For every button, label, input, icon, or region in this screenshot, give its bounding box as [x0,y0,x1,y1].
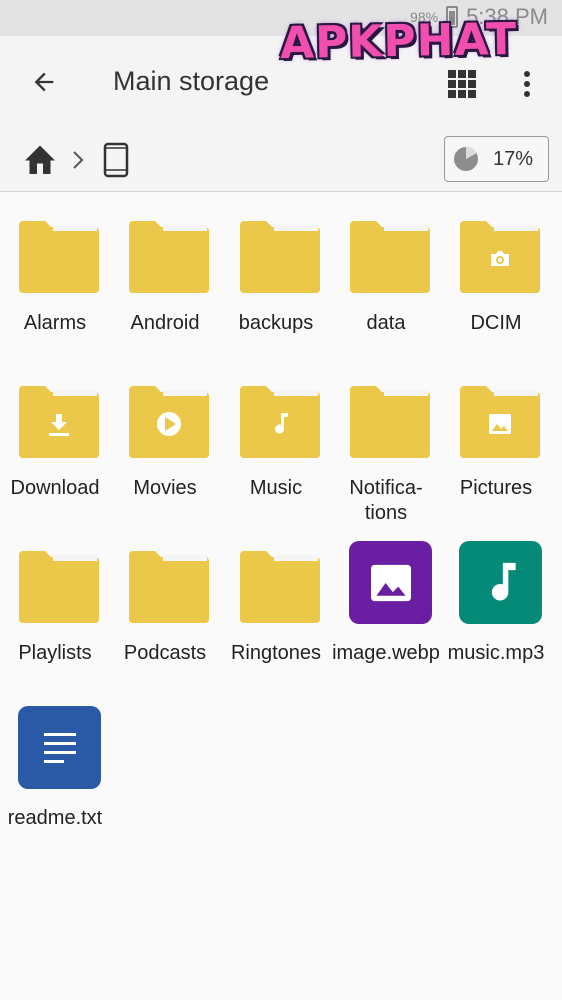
arrow-back-icon [34,72,54,92]
page-title: Main storage [113,66,270,96]
folder-icon [350,221,430,293]
folder-icon [19,551,99,623]
item-label: Download [10,477,100,499]
folder-icon [240,386,320,458]
item-label: Alarms [23,312,87,334]
storage-pie-icon [454,147,478,171]
item-label: Playlists [18,642,92,664]
back-button[interactable] [22,60,66,104]
file-thumbnail [459,541,542,624]
folder-icon [129,386,209,458]
grid-view-icon [448,70,476,98]
folder-icon [19,386,99,458]
music-note-icon [491,562,516,600]
storage-usage-button[interactable]: 17% [444,136,549,182]
folder-icon [240,551,320,623]
folder-icon [460,386,540,458]
file-thumbnail [349,541,432,624]
item-label: DCIM [470,312,522,334]
breadcrumb-chevron [70,148,86,172]
chevron-right-icon [73,151,84,169]
item-label: Ringtones [230,642,322,664]
folder-icon [460,221,540,293]
watermark-logo: APKPHAT [279,13,518,70]
grid-view-button[interactable] [442,64,482,104]
item-label: readme.txt [7,807,103,829]
folder-icon [129,551,209,623]
document-lines-icon [43,732,76,763]
folder-icon [129,221,209,293]
item-label: Pictures [459,477,533,499]
item-label: Movies [133,477,197,499]
folder-icon [19,221,99,293]
folder-icon [240,221,320,293]
item-label: Podcasts [123,642,207,664]
item-label: Android [130,312,200,334]
item-label: backups [238,312,314,334]
phone-device-icon [103,142,129,178]
item-label: Music [249,477,303,499]
item-label: music.mp3 [447,642,545,664]
play-icon [157,412,181,436]
storage-usage-percent: 17% [493,147,534,170]
file-thumbnail [18,706,101,789]
image-icon [489,414,511,434]
more-options-button[interactable] [512,64,542,104]
image-icon [370,564,411,601]
item-label: data [366,312,406,334]
item-label: image.webp [332,642,440,664]
more-vert-icon [524,71,530,97]
home-icon [25,145,55,174]
device-button[interactable] [102,142,130,178]
item-label: Notifica- tions [349,477,423,524]
home-button[interactable] [22,142,60,178]
folder-icon [350,386,430,458]
breadcrumb: 17% [0,128,562,192]
